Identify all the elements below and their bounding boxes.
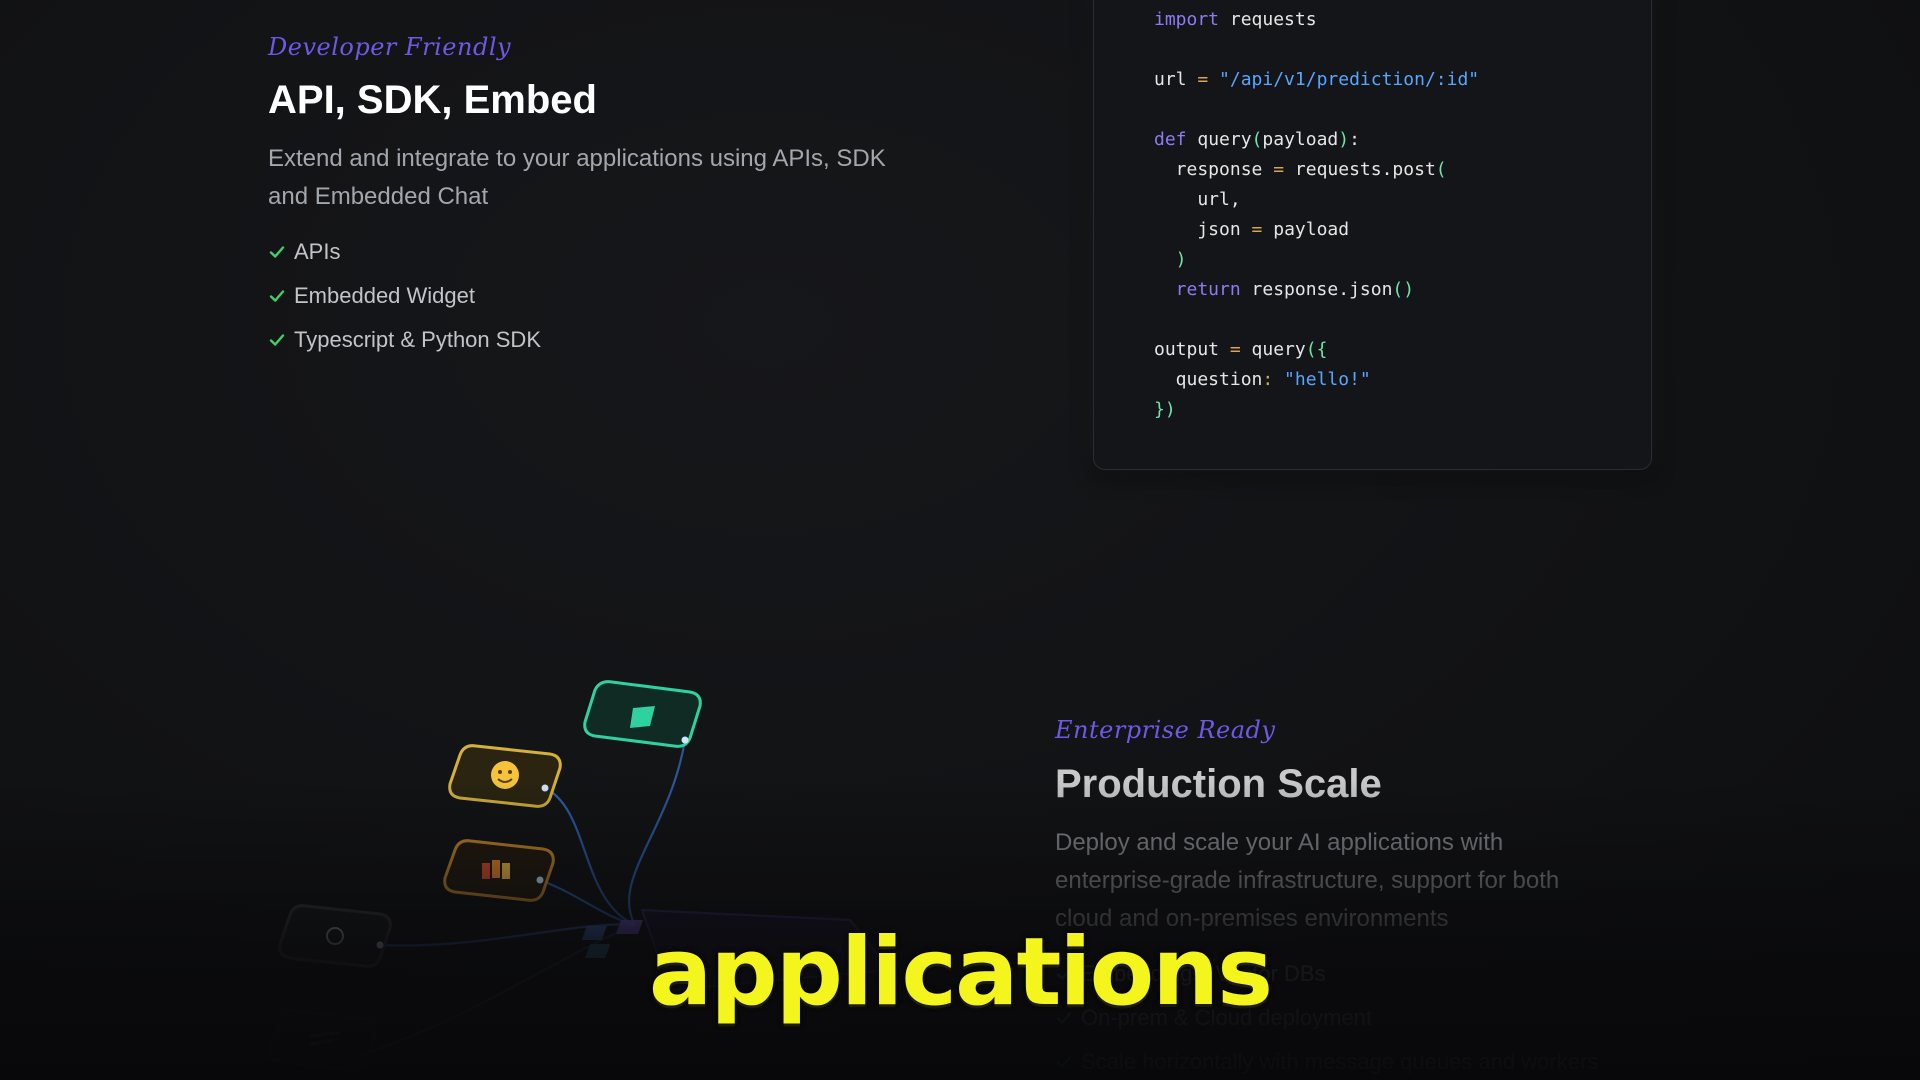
check-icon (1056, 1056, 1072, 1068)
enterprise-eyebrow: Enterprise Ready (1055, 716, 1276, 744)
screen: Developer Friendly API, SDK, Embed Exten… (0, 0, 1920, 1080)
check-icon (269, 334, 285, 346)
developer-description-line2: and Embedded Chat (268, 183, 489, 210)
code-token: payload (1262, 219, 1350, 240)
code-token: return (1154, 279, 1241, 300)
enterprise-description-line1: Deploy and scale your AI applications wi… (1055, 829, 1504, 856)
code-token: ({ (1305, 339, 1328, 360)
code-token: url (1154, 69, 1198, 90)
code-token: : (1262, 369, 1274, 390)
code-token: payload (1262, 129, 1339, 150)
code-token: }) (1154, 399, 1176, 420)
feature-label: Typescript & Python SDK (294, 327, 541, 352)
enterprise-description-line2: enterprise-grade infrastructure, support… (1055, 867, 1560, 894)
enterprise-title: Production Scale (1055, 762, 1382, 806)
code-token: = (1273, 159, 1285, 180)
code-token: = (1197, 69, 1209, 90)
mistral-node (443, 839, 555, 902)
feature-label: APIs (294, 239, 341, 264)
feature-item: Scale horizontally with message queues a… (1055, 1040, 1598, 1080)
developer-eyebrow: Developer Friendly (268, 33, 512, 61)
code-token: url, (1154, 189, 1241, 210)
code-token: requests (1219, 9, 1317, 30)
teal-integration-node (583, 680, 702, 748)
developer-description: Extend and integrate to your application… (268, 140, 886, 216)
code-token: output (1154, 339, 1230, 360)
huggingface-node (448, 744, 562, 808)
code-token: json (1154, 219, 1252, 240)
smiley-icon (491, 761, 519, 789)
code-token: ( (1435, 159, 1447, 180)
feature-label: Scale horizontally with message queues a… (1081, 1049, 1599, 1074)
code-snippet-card: import requests url = "/api/v1/predictio… (1093, 0, 1652, 470)
developer-title: API, SDK, Embed (268, 78, 597, 122)
feature-label: Embedded Widget (294, 283, 475, 308)
code-token: query (1240, 339, 1306, 360)
code-token: ( (1251, 129, 1263, 150)
code-token: "hello!" (1273, 369, 1371, 390)
code-token: def (1154, 129, 1187, 150)
developer-feature-list: APIs Embedded Widget Typescript & Python… (268, 230, 541, 362)
feature-item: Embedded Widget (268, 274, 541, 318)
developer-description-line1: Extend and integrate to your application… (268, 145, 886, 172)
feature-item: Typescript & Python SDK (268, 318, 541, 362)
check-icon (269, 246, 285, 258)
code-snippet: import requests url = "/api/v1/predictio… (1154, 5, 1479, 425)
code-token: response (1154, 159, 1274, 180)
code-token: : (1349, 129, 1360, 150)
code-token: query (1186, 129, 1252, 150)
code-token: response.json (1240, 279, 1393, 300)
code-token: = (1251, 219, 1263, 240)
code-token: import (1154, 9, 1220, 30)
code-token: ) (1338, 129, 1350, 150)
video-caption: applications (648, 918, 1273, 1027)
check-icon (269, 290, 285, 302)
code-token: () (1392, 279, 1415, 300)
connector-line (628, 739, 687, 926)
code-token: = (1229, 339, 1241, 360)
feature-item: APIs (268, 230, 541, 274)
code-token: "/api/v1/prediction/:id" (1208, 69, 1480, 90)
code-token: requests.post (1284, 159, 1436, 180)
code-token: ) (1154, 249, 1187, 270)
code-token: question (1154, 369, 1263, 390)
